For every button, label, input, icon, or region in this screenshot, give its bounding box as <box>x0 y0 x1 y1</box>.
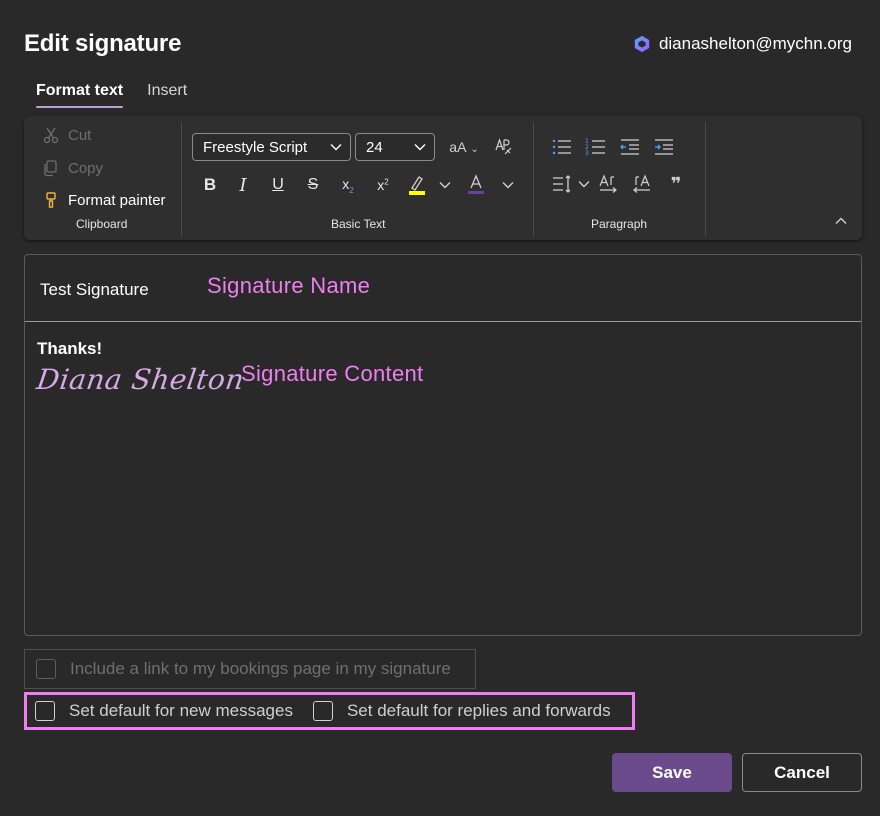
decrease-indent-icon <box>620 139 639 155</box>
copy-label: Copy <box>68 159 104 177</box>
signature-content-annotation: Signature Content <box>241 361 424 386</box>
highlight-button[interactable] <box>404 173 430 197</box>
cut-button[interactable]: Cut <box>42 126 91 144</box>
tab-insert[interactable]: Insert <box>147 82 187 106</box>
save-button[interactable]: Save <box>612 753 732 792</box>
signature-name-value[interactable]: Test Signature <box>40 280 149 300</box>
font-size-dropdown[interactable]: 24 <box>355 133 435 161</box>
bookings-link-label: Include a link to my bookings page in my… <box>70 659 451 678</box>
signature-content-text: Thanks! <box>37 339 103 358</box>
quote-button[interactable]: ❞ <box>664 172 688 196</box>
left-to-right-icon <box>599 174 617 193</box>
change-case-button[interactable]: aA ⌄ <box>444 136 484 158</box>
copilot-logo-icon <box>634 35 650 53</box>
dialog-title: Edit signature <box>24 30 182 57</box>
default-new-checkbox[interactable] <box>35 701 55 721</box>
font-size-value: 24 <box>366 138 383 156</box>
chevron-up-icon <box>835 217 847 224</box>
signature-script-name: Diana Shelton <box>34 363 247 396</box>
italic-icon: I <box>239 174 247 196</box>
line-spacing-dropdown[interactable] <box>576 176 592 192</box>
copy-button[interactable]: Copy <box>42 159 103 177</box>
format-painter-button[interactable]: Format painter <box>42 191 166 209</box>
default-replies-label: Set default for replies and forwards <box>346 701 611 720</box>
ribbon-toolbar: Cut Copy Format painter Clipboard Freest… <box>24 116 862 240</box>
default-new-label: Set default for new messages <box>69 701 293 720</box>
superscript-icon: x2 <box>377 177 389 193</box>
clear-formatting-icon <box>495 138 512 155</box>
ltr-button[interactable] <box>596 172 620 196</box>
font-family-value: Freestyle Script <box>203 138 308 156</box>
chevron-down-icon <box>502 182 514 189</box>
svg-text:3: 3 <box>585 150 589 157</box>
default-options-group: Set default for new messages Set default… <box>24 692 635 730</box>
signature-name-field[interactable]: Test Signature Signature Name <box>25 255 861 322</box>
chevron-down-icon <box>330 144 342 151</box>
font-family-dropdown[interactable]: Freestyle Script <box>192 133 351 161</box>
account-indicator[interactable]: dianashelton@mychn.org <box>633 34 852 54</box>
superscript-button[interactable]: x2 <box>372 174 394 196</box>
increase-indent-icon <box>655 139 673 155</box>
paragraph-group-label: Paragraph <box>591 217 648 231</box>
bookings-link-checkbox[interactable] <box>36 659 56 679</box>
decrease-indent-button[interactable] <box>618 135 642 159</box>
ribbon-divider <box>533 122 534 236</box>
underline-button[interactable]: U <box>267 174 289 196</box>
ribbon-divider <box>705 122 706 236</box>
collapse-ribbon-button[interactable] <box>830 212 852 230</box>
subscript-button[interactable]: x2 <box>337 174 359 196</box>
line-spacing-icon <box>553 175 571 193</box>
highlight-dropdown[interactable] <box>436 176 454 194</box>
default-new-option[interactable]: Set default for new messages <box>35 701 293 721</box>
signature-name-annotation: Signature Name <box>207 273 371 298</box>
right-to-left-icon <box>633 174 650 193</box>
line-spacing-button[interactable] <box>550 172 574 196</box>
scissors-icon <box>43 127 59 144</box>
numbering-button[interactable]: 1 2 3 <box>584 135 608 159</box>
change-case-icon: aA ⌄ <box>449 139 479 155</box>
font-color-dropdown[interactable] <box>499 176 517 194</box>
chevron-down-icon <box>414 144 426 151</box>
chevron-down-icon <box>439 182 451 189</box>
format-painter-label: Format painter <box>68 191 166 209</box>
default-replies-checkbox[interactable] <box>312 701 333 721</box>
bookings-link-option: Include a link to my bookings page in my… <box>24 649 476 689</box>
strikethrough-icon: S <box>307 176 319 193</box>
highlighter-icon <box>409 176 425 195</box>
bullets-button[interactable] <box>550 135 574 159</box>
italic-button[interactable]: I <box>232 174 254 196</box>
paintbrush-icon <box>46 192 56 208</box>
strikethrough-button[interactable]: S <box>302 174 324 196</box>
cut-label: Cut <box>68 126 92 144</box>
increase-indent-button[interactable] <box>652 135 676 159</box>
clipboard-group-label: Clipboard <box>76 217 128 231</box>
font-color-button[interactable] <box>464 173 488 197</box>
underline-icon: U <box>272 176 284 193</box>
copy-icon <box>44 160 57 177</box>
tab-format-text[interactable]: Format text <box>36 82 124 108</box>
subscript-icon: x2 <box>342 175 354 195</box>
rtl-button[interactable] <box>630 172 654 196</box>
ribbon-divider <box>181 122 182 236</box>
default-replies-option[interactable]: Set default for replies and forwards <box>312 701 611 721</box>
signature-editor: Test Signature Signature Name Thanks! Di… <box>24 254 862 636</box>
quote-icon: ❞ <box>670 173 682 194</box>
bulleted-list-icon <box>552 139 571 155</box>
numbered-list-icon: 1 2 3 <box>585 138 605 157</box>
basic-text-group-label: Basic Text <box>331 217 386 231</box>
font-color-icon <box>468 174 484 194</box>
bold-icon: B <box>203 175 217 194</box>
chevron-down-icon <box>578 181 590 188</box>
account-email: dianashelton@mychn.org <box>658 34 852 53</box>
bold-button[interactable]: B <box>199 174 221 196</box>
ribbon-tabs: Format text Insert <box>36 82 187 108</box>
clear-formatting-button[interactable] <box>490 136 516 158</box>
cancel-button[interactable]: Cancel <box>742 753 862 792</box>
